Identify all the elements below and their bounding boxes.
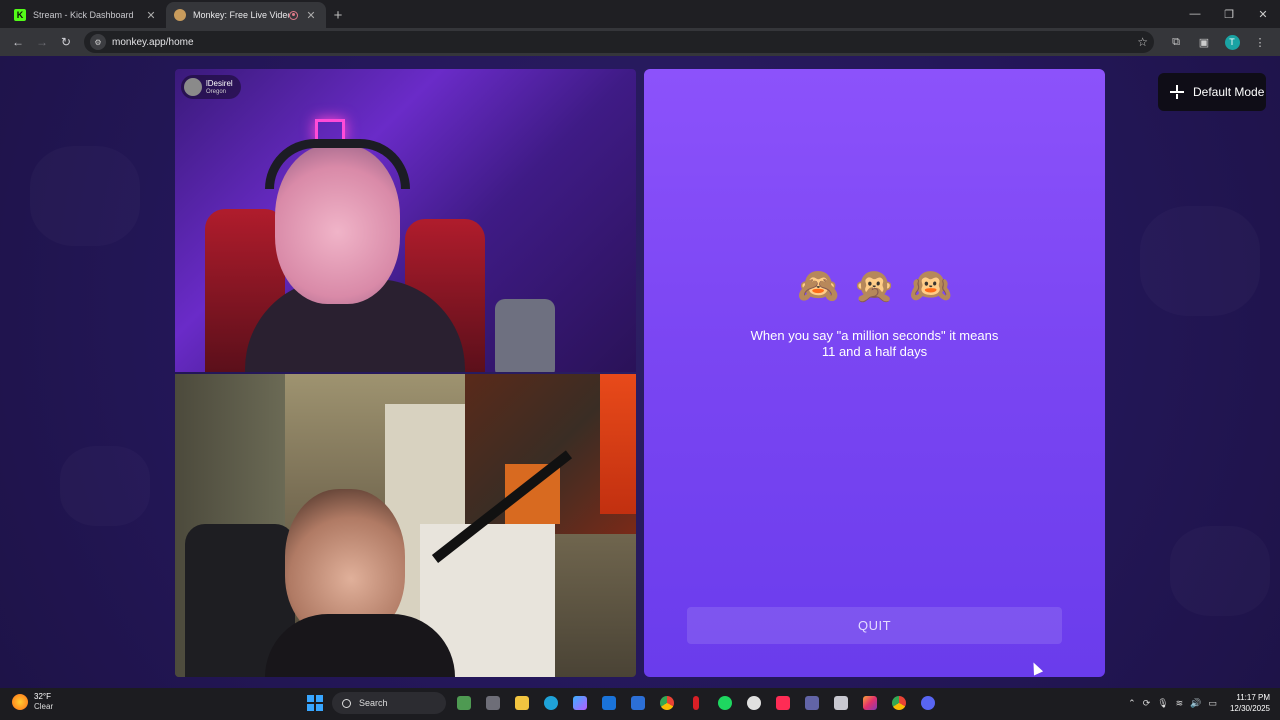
remote-user-location: Oregon [206,88,227,95]
clock-date: 12/30/2025 [1229,704,1270,713]
clock-time: 11:17 PM [1236,693,1270,702]
chrome-icon[interactable] [655,692,678,714]
address-bar[interactable]: ⚙ monkey.app/home ☆ [84,31,1154,53]
tab-monkey[interactable]: Monkey: Free Live Video Ch ✕ [166,2,326,28]
maximize-icon[interactable]: ❐ [1212,0,1246,28]
forward-icon[interactable]: → [30,30,54,54]
instagram-icon[interactable] [858,692,881,714]
tray-overflow-icon[interactable]: ⌃ [1128,698,1136,709]
background-blob [1170,526,1270,616]
avatar [184,78,202,96]
fun-fact-text: When you say "a million seconds" it mean… [750,328,999,359]
background-blob [1140,206,1260,316]
url-text: monkey.app/home [112,36,194,48]
edge-icon[interactable] [539,692,562,714]
menu-icon[interactable]: ⋮ [1246,30,1274,54]
search-icon [342,698,351,708]
battery-icon[interactable]: ▭ [1208,698,1217,709]
tab-title: Stream - Kick Dashboard [33,10,134,20]
weather-condition: Clear [34,702,54,711]
close-window-icon[interactable]: ✕ [1246,0,1280,28]
back-icon[interactable]: ← [6,30,30,54]
microphone-icon[interactable]: 🎙 [1157,698,1168,709]
monkey-page: lDesirel Oregon 🙈 🙊 🙉 When you say "a mi… [0,56,1280,688]
minimize-mode-icon [1170,85,1184,99]
github-icon[interactable] [742,692,765,714]
close-tab-icon[interactable]: ✕ [304,9,318,22]
widgets-icon[interactable] [452,692,475,714]
site-info-icon[interactable]: ⚙ [90,34,106,50]
taskbar-center: Search [304,692,939,714]
reload-icon[interactable]: ↻ [54,30,78,54]
background-blob [30,146,140,246]
remote-video: lDesirel Oregon [175,69,636,372]
kick-icon: K [14,9,26,21]
remote-user-name: lDesirel [206,78,233,88]
person-body [265,614,455,677]
weather-sun-icon [12,694,28,710]
monkey-icon [174,9,186,21]
headphones [265,139,410,189]
chrome-active-icon[interactable] [887,692,910,714]
bookmark-star-icon[interactable]: ☆ [1137,35,1148,49]
microphone [495,299,555,372]
task-view-icon[interactable] [481,692,504,714]
copilot-icon[interactable] [568,692,591,714]
window-controls: — ❐ ✕ [1178,0,1280,28]
tiktok-icon[interactable] [771,692,794,714]
tab-title: Monkey: Free Live Video Ch [193,10,289,20]
unity-icon[interactable] [829,692,852,714]
self-video [175,374,636,677]
search-label: Search [359,698,388,708]
sync-icon[interactable]: ⟳ [1143,698,1151,709]
emoji-row: 🙈 🙊 🙉 [644,266,1105,306]
netflix-icon[interactable] [684,692,707,714]
profile-avatar[interactable]: T [1218,30,1246,54]
taskbar: 32°F Clear Search ⌃ ⟳ 🎙 ≋ 🔊 ▭ 11:17 PM 1… [0,688,1280,720]
wifi-icon[interactable]: ≋ [1176,698,1184,709]
clock[interactable]: 11:17 PM 12/30/2025 [1230,692,1270,714]
recording-icon [289,10,298,20]
spotify-icon[interactable] [713,692,736,714]
weather-widget[interactable]: 32°F Clear [12,692,53,712]
system-tray: ⌃ ⟳ 🎙 ≋ 🔊 ▭ 11:17 PM 12/30/2025 [1128,692,1270,714]
windows-start-icon[interactable] [304,692,326,714]
new-tab-button[interactable]: + [326,2,350,28]
weather-temp: 32°F [34,692,51,701]
mode-label: Default Mode [1193,85,1265,99]
visual-studio-icon[interactable] [626,692,649,714]
hear-no-evil-monkey-icon: 🙉 [909,267,953,305]
speak-no-evil-monkey-icon: 🙊 [853,267,896,305]
tab-search-icon[interactable]: ▣ [1190,30,1218,54]
browser-toolbar: ← → ↻ ⚙ monkey.app/home ☆ ⧉ ▣ T ⋮ [0,28,1280,56]
flag [600,374,636,514]
minimize-icon[interactable]: — [1178,0,1212,28]
volume-icon[interactable]: 🔊 [1190,698,1201,709]
close-tab-icon[interactable]: ✕ [144,9,158,22]
teams-icon[interactable] [800,692,823,714]
outlook-icon[interactable] [597,692,620,714]
waiting-panel: 🙈 🙊 🙉 When you say "a million seconds" i… [644,69,1105,677]
quit-button[interactable]: QUIT [687,607,1062,644]
background-blob [60,446,150,526]
file-explorer-icon[interactable] [510,692,533,714]
remote-user-chip[interactable]: lDesirel Oregon [181,75,241,99]
browser-tab-strip: K Stream - Kick Dashboard ✕ Monkey: Free… [0,0,1280,28]
see-no-evil-monkey-icon: 🙈 [796,267,840,305]
tab-kick-dashboard[interactable]: K Stream - Kick Dashboard ✕ [6,2,166,28]
discord-icon[interactable] [916,692,939,714]
extensions-icon[interactable]: ⧉ [1162,30,1190,54]
taskbar-search[interactable]: Search [332,692,446,714]
default-mode-button[interactable]: Default Mode [1158,73,1266,111]
